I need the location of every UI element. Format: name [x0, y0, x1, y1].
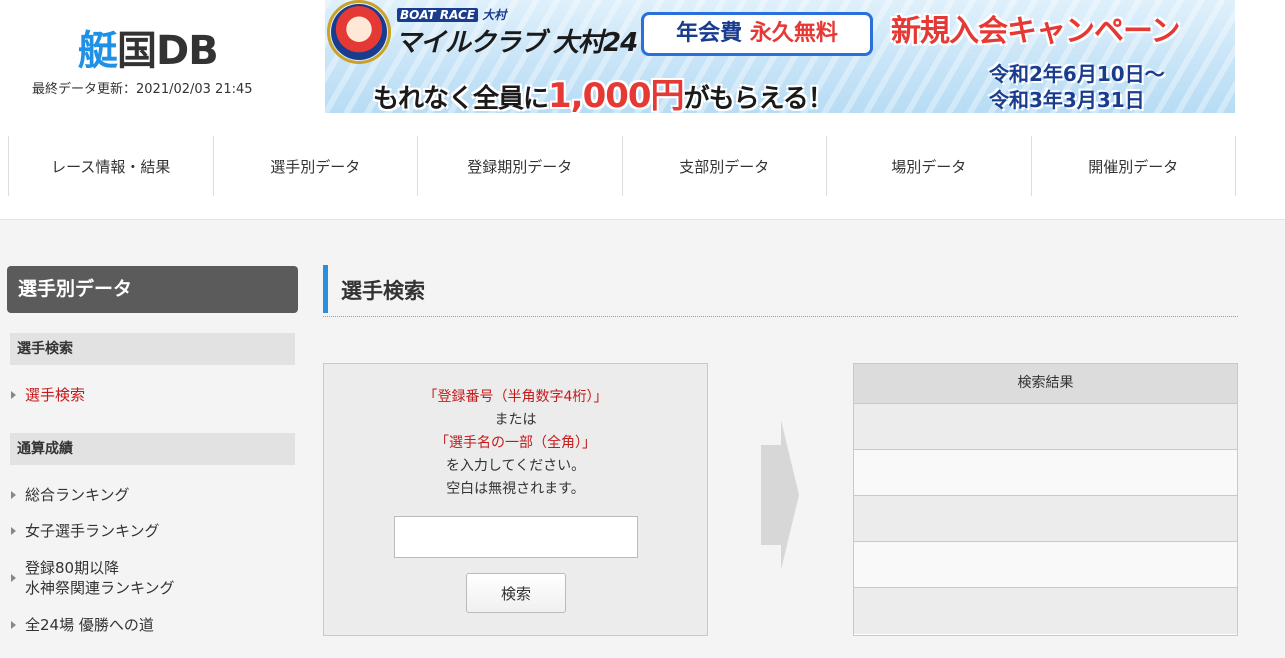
arrow-right-icon: [761, 420, 799, 570]
instr-space: 空白は無視されます。: [446, 481, 585, 497]
result-row: [854, 450, 1237, 496]
banner-date-end: 令和3年3月31日: [989, 88, 1145, 112]
mascot-icon: [331, 4, 387, 60]
instr-enter: を入力してください。: [445, 458, 586, 474]
site-logo[interactable]: 艇国DB: [78, 18, 219, 76]
sidebar-link-all24-victory[interactable]: 全24場 優勝への道: [10, 615, 154, 635]
nav-item-race-info[interactable]: レース情報・結果: [8, 136, 213, 196]
banner-club: マイルクラブ 大村24: [395, 28, 638, 58]
banner-gift: もれなく全員に1,000円がもらえる！: [373, 76, 834, 113]
campaign-banner[interactable]: BOAT RACE 大村 マイルクラブ 大村24 年会費 永久無料 新規入会キャ…: [325, 0, 1235, 113]
caret-right-icon: [11, 574, 16, 582]
sidebar-section-totals: 通算成績: [10, 433, 295, 465]
banner-brand: BOAT RACE 大村: [397, 6, 506, 23]
sidebar-link-racer-search[interactable]: 選手検索: [10, 385, 85, 405]
heading-accent-bar: [323, 265, 328, 313]
search-instructions: 「登録番号（半角数字4桁）」 または 「選手名の一部（全角）」 を入力してくださ…: [324, 386, 707, 501]
instr-racer-name: 「選手名の一部（全角）」: [435, 435, 596, 451]
sidebar-link-reg80-ranking[interactable]: 登録80期以降 水神祭関連ランキング: [10, 558, 175, 598]
logo-part1: 艇: [78, 28, 118, 74]
nav-item-event-data[interactable]: 開催別データ: [1030, 136, 1236, 196]
banner-campaign: 新規入会キャンペーン: [891, 14, 1180, 49]
search-input[interactable]: [394, 516, 638, 558]
banner-fee: 年会費 永久無料: [641, 12, 873, 56]
page-heading: 選手検索: [323, 265, 1238, 317]
site-header: 艇国DB 最終データ更新：2021/02/03 21:45 BOAT RACE …: [0, 0, 1285, 130]
result-row: [854, 496, 1237, 542]
page-title: 選手検索: [341, 279, 425, 303]
result-row: [854, 542, 1237, 588]
nav-item-venue-data[interactable]: 場別データ: [826, 136, 1031, 196]
results-header: 検索結果: [854, 364, 1237, 404]
sidebar-link-women-ranking[interactable]: 女子選手ランキング: [10, 521, 160, 541]
nav-item-branch-data[interactable]: 支部別データ: [621, 136, 827, 196]
nav-item-registration-period[interactable]: 登録期別データ: [417, 136, 622, 196]
results-body: [854, 404, 1237, 634]
logo-part2: 国DB: [117, 28, 219, 74]
results-table: 検索結果: [853, 363, 1238, 636]
nav-item-racer-data[interactable]: 選手別データ: [212, 136, 418, 196]
caret-right-icon: [11, 527, 16, 535]
main-area: 選手別データ 選手検索 選手検索 通算成績 総合ランキング 女子選手ランキング …: [0, 219, 1285, 658]
result-row: [854, 588, 1237, 634]
result-row: [854, 404, 1237, 450]
sidebar-section-search: 選手検索: [10, 333, 295, 365]
instr-registration-number: 「登録番号（半角数字4桁）」: [423, 389, 608, 405]
main-nav: レース情報・結果 選手別データ 登録期別データ 支部別データ 場別データ 開催別…: [8, 136, 1236, 196]
last-updated: 最終データ更新：2021/02/03 21:45: [32, 82, 253, 97]
banner-date-start: 令和2年6月10日〜: [989, 62, 1165, 86]
sidebar-title: 選手別データ: [7, 266, 298, 313]
sidebar-link-overall-ranking[interactable]: 総合ランキング: [10, 485, 130, 505]
search-button[interactable]: 検索: [466, 573, 566, 613]
caret-right-icon: [11, 391, 16, 399]
instr-or: または: [494, 412, 537, 428]
caret-right-icon: [11, 621, 16, 629]
search-panel: 「登録番号（半角数字4桁）」 または 「選手名の一部（全角）」 を入力してくださ…: [323, 363, 708, 636]
caret-right-icon: [11, 491, 16, 499]
